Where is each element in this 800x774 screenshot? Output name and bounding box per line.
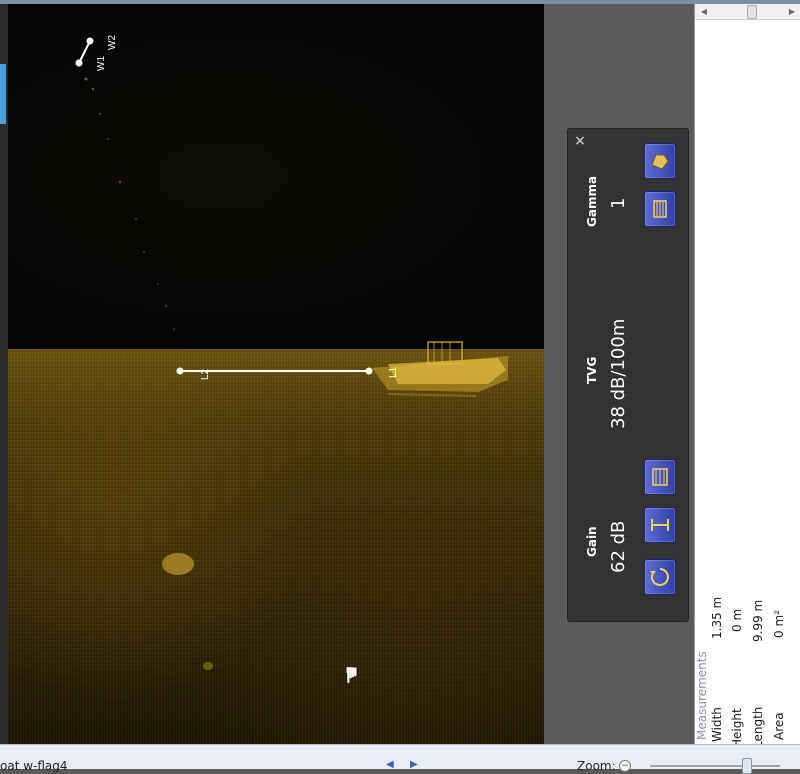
measurements-header: Measurements (695, 651, 709, 740)
panel-close-button[interactable]: × (572, 133, 588, 149)
gamma-adjust-icon (653, 200, 667, 218)
measure-label-area: Area (772, 712, 786, 740)
sonar-seabed-object (162, 553, 194, 575)
sonar-viewport[interactable]: W1 W2 L2 L1 ☚ (8, 4, 544, 744)
gain-value: 62 dB (608, 520, 629, 573)
tvg-label: TVG (585, 356, 599, 384)
sonar-overlay: W1 W2 L2 L1 (75, 35, 508, 670)
reset-button[interactable] (644, 559, 676, 595)
gain-adjust-icon (651, 519, 669, 531)
horizontal-scrollbar[interactable]: ◀ ▶ (695, 4, 800, 20)
reset-icon (650, 568, 669, 586)
waypoint-w1-handle[interactable] (75, 59, 83, 67)
gain-adjust-button[interactable] (644, 507, 676, 543)
scroll-right-button[interactable]: ▶ (785, 4, 799, 19)
measure-value-height: 0 m (730, 608, 744, 632)
length-l1-label: L1 (388, 366, 399, 378)
waypoint-w2-handle[interactable] (86, 37, 94, 45)
measure-value-length: 9.99 m (751, 599, 765, 642)
scroll-thumb[interactable] (747, 5, 757, 19)
measure-value-area: 0 m² (772, 610, 786, 638)
gamma-adjust-button[interactable] (644, 191, 676, 227)
file-name-label: oat w-flag4 (0, 759, 68, 773)
length-l1-handle[interactable] (365, 367, 373, 375)
gamma-label: Gamma (585, 175, 599, 227)
waypoint-measure-line[interactable] (75, 37, 94, 67)
zoom-slider-thumb[interactable] (742, 758, 752, 774)
length-l2-label: L2 (200, 368, 211, 380)
scroll-left-button[interactable]: ◀ (697, 4, 711, 19)
left-edge-bar (0, 4, 8, 744)
measure-value-width: 1.35 m (710, 596, 724, 639)
measure-label-length: Length (751, 706, 765, 748)
tvg-value: 38 dB/100m (608, 318, 629, 429)
zoom-out-button[interactable]: − (619, 760, 631, 772)
sonar-return-trail (84, 77, 175, 330)
hand-cursor-icon: ☚ (339, 665, 365, 685)
left-edge-accent (0, 64, 6, 124)
next-file-button[interactable]: ▶ (410, 759, 418, 770)
waypoint-w1-label: W1 (96, 56, 107, 71)
length-l2-handle[interactable] (176, 367, 184, 375)
status-bar: oat w-flag4 ◀ ▶ Zoom: − (0, 744, 800, 774)
zoom-slider-track[interactable] (650, 765, 780, 767)
gamma-value: 1 (608, 197, 629, 209)
zoom-label: Zoom: (577, 759, 616, 773)
display-control-panel: × Gain 62 dB TVG 38 dB/100m Gamma 1 (567, 128, 689, 622)
waypoint-w2-label: W2 (107, 35, 118, 50)
gain-label: Gain (585, 526, 599, 557)
measure-label-height: Height (730, 708, 744, 748)
palette-icon (651, 154, 669, 170)
measurements-panel: ◀ ▶ Measurements Width 1.35 m Height 0 m… (694, 4, 800, 748)
measure-label-width: Width (710, 707, 724, 742)
palette-button[interactable] (644, 143, 676, 179)
previous-file-button[interactable]: ◀ (386, 759, 394, 770)
sonar-seabed-speck (203, 662, 213, 670)
tvg-adjust-button[interactable] (644, 459, 676, 495)
tvg-adjust-icon (652, 468, 668, 486)
